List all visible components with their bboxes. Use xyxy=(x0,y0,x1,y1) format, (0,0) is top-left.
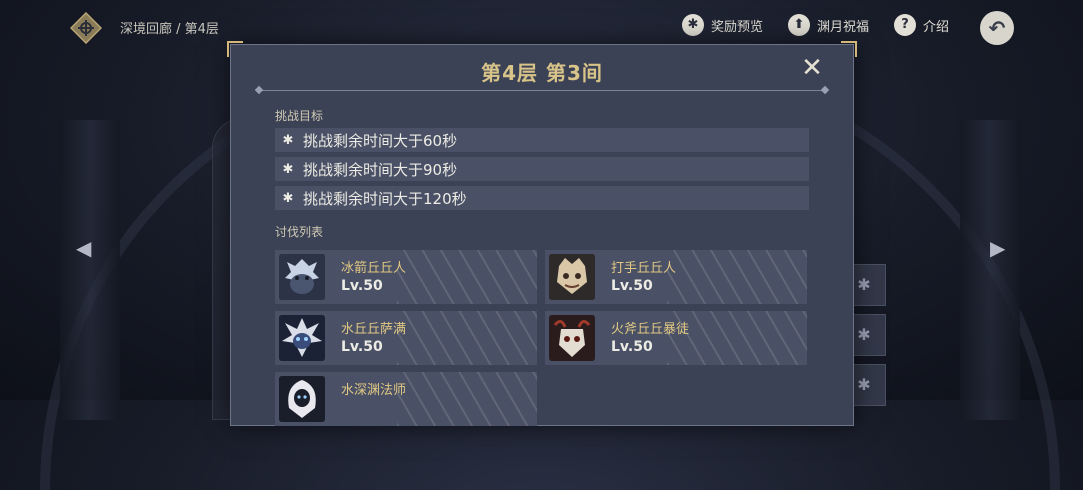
hydro-abyss-mage-portrait xyxy=(279,376,325,422)
blessing-button[interactable]: ⬆ 渊月祝福 xyxy=(788,14,869,36)
card-pattern xyxy=(667,250,807,304)
objective-text: 挑战剩余时间大于120秒 xyxy=(303,189,467,208)
enemy-name: 冰箭丘丘人 xyxy=(341,261,407,276)
enemy-level: Lv.50 xyxy=(341,339,383,355)
enemies-label: 讨伐列表 xyxy=(275,225,324,239)
upload-icon: ⬆ xyxy=(788,14,810,36)
intro-button[interactable]: ? 介绍 xyxy=(894,14,949,36)
modal-corner-ornament xyxy=(841,41,857,57)
pyro-axe-mitachurl-portrait xyxy=(549,315,595,361)
card-pattern xyxy=(397,372,537,426)
title-divider xyxy=(259,90,825,91)
enemy-level: Lv.50 xyxy=(611,278,653,294)
enemy-card[interactable]: 冰箭丘丘人 Lv.50 xyxy=(275,250,537,304)
star-icon: ✱ xyxy=(282,161,294,177)
enemy-name: 水丘丘萨满 xyxy=(341,322,407,337)
objective-row: ✱ 挑战剩余时间大于60秒 xyxy=(275,128,809,152)
fighter-hilichurl-portrait xyxy=(549,254,595,300)
objective-text: 挑战剩余时间大于90秒 xyxy=(303,160,458,179)
star-icon: ✱ xyxy=(282,132,294,148)
help-icon: ? xyxy=(894,14,916,36)
enemy-card[interactable]: 火斧丘丘暴徒 Lv.50 xyxy=(545,311,807,365)
back-button[interactable]: ↶ xyxy=(980,11,1014,45)
star-icon: ✱ xyxy=(282,190,294,206)
modal-corner-ornament xyxy=(227,41,243,57)
enemy-level: Lv.50 xyxy=(341,278,383,294)
close-button[interactable]: ✕ xyxy=(799,55,825,81)
reward-preview-label: 奖励预览 xyxy=(711,19,764,35)
ice-archer-hilichurl-portrait xyxy=(279,254,325,300)
objective-row: ✱ 挑战剩余时间大于90秒 xyxy=(275,157,809,181)
enemy-name: 打手丘丘人 xyxy=(611,261,677,276)
objective-row: ✱ 挑战剩余时间大于120秒 xyxy=(275,186,809,210)
hydro-samachurl-portrait xyxy=(279,315,325,361)
enemy-card[interactable]: 水深渊法师 xyxy=(275,372,537,426)
background-pillar xyxy=(960,120,1020,420)
spiral-abyss-logo-icon xyxy=(70,12,102,44)
breadcrumb: 深境回廊 / 第4层 xyxy=(120,22,219,37)
back-arrow-icon: ↶ xyxy=(988,16,1006,40)
enemy-card[interactable]: 打手丘丘人 Lv.50 xyxy=(545,250,807,304)
enemy-card[interactable]: 水丘丘萨满 Lv.50 xyxy=(275,311,537,365)
star-icon: ✱ xyxy=(682,14,704,36)
card-pattern xyxy=(397,311,537,365)
intro-label: 介绍 xyxy=(923,19,950,35)
close-icon: ✕ xyxy=(801,53,823,83)
enemy-level: Lv.50 xyxy=(611,339,653,355)
objective-text: 挑战剩余时间大于60秒 xyxy=(303,131,458,150)
objectives-label: 挑战目标 xyxy=(275,109,324,123)
enemy-name: 水深渊法师 xyxy=(341,383,407,398)
modal-title: 第4层 第3间 xyxy=(481,61,603,85)
card-pattern xyxy=(397,250,537,304)
blessing-label: 渊月祝福 xyxy=(817,19,870,35)
previous-chamber-arrow[interactable]: ◀ xyxy=(76,236,91,260)
next-chamber-arrow[interactable]: ▶ xyxy=(990,236,1005,260)
reward-preview-button[interactable]: ✱ 奖励预览 xyxy=(682,14,763,36)
chamber-detail-modal: 第4层 第3间 ✕ 挑战目标 ✱ 挑战剩余时间大于60秒 ✱ 挑战剩余时间大于9… xyxy=(227,41,857,426)
enemy-name: 火斧丘丘暴徒 xyxy=(611,322,690,337)
background-pillar xyxy=(60,120,120,420)
